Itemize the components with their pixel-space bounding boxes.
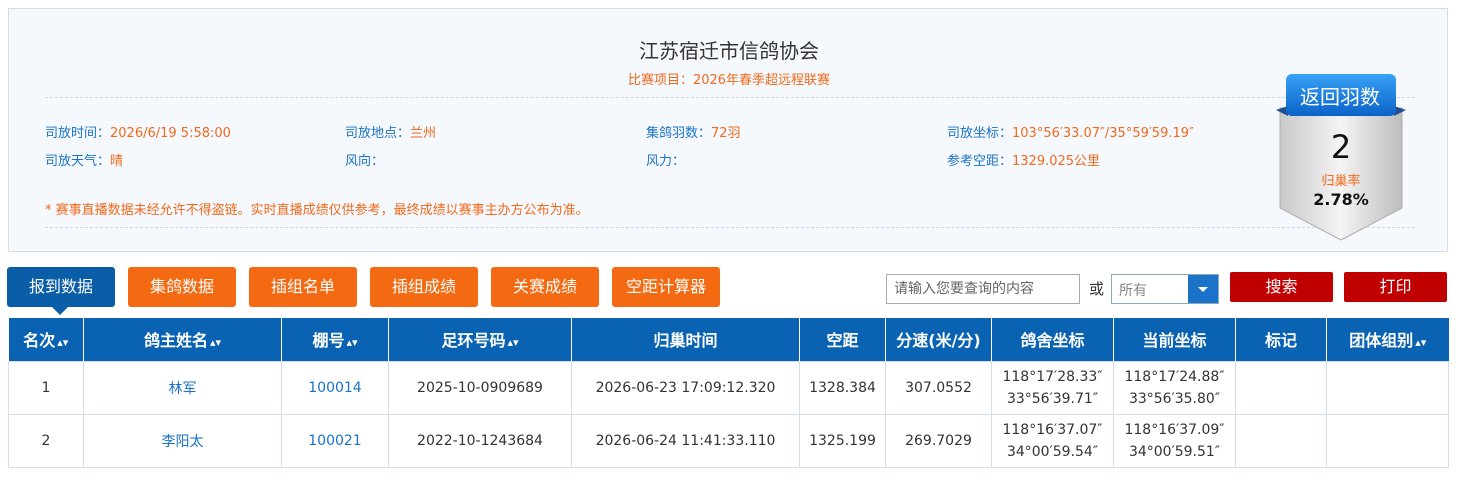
col-loft-coord: 鸽舍坐标 [991,318,1114,361]
table-row: 2 李阳太 100021 2022-10-1243684 2026-06-24 … [8,413,1449,468]
cell-loft-number[interactable]: 100014 [281,360,389,415]
return-rate-label: 归巢率 [1321,174,1361,189]
cell-mark [1235,360,1327,415]
cell-owner-name[interactable]: 李阳太 [83,413,282,468]
col-owner-name[interactable]: 鸽主姓名 ▴▾ [83,318,282,361]
cell-group [1326,360,1449,415]
disclaimer-notice: * 赛事直播数据未经允许不得盗链。实时直播成绩仅供参考，最终成绩以赛事主办方公布… [45,203,589,218]
col-ring-number[interactable]: 足环号码 ▴▾ [388,318,572,361]
col-distance: 空距 [799,318,886,361]
cell-ring-number: 2025-10-0909689 [388,360,572,415]
cell-arrival-time: 2026-06-23 17:09:12.320 [571,360,800,415]
release-place: 司放地点：兰州 [345,126,437,141]
divider [45,97,1415,98]
release-time: 司放时间：2026/6/19 5:58:00 [45,126,231,141]
search-input[interactable] [886,274,1080,304]
race-subtitle: 比赛项目：2026年春季超远程联赛 [627,73,831,88]
cell-loft-number[interactable]: 100021 [281,413,389,468]
chevron-down-icon[interactable] [1188,275,1218,303]
divider [45,227,1415,228]
col-mark: 标记 [1235,318,1327,361]
sort-arrows-icon[interactable]: ▴▾ [57,336,68,349]
col-current-coord: 当前坐标 [1113,318,1236,361]
cell-ring-number: 2022-10-1243684 [388,413,572,468]
reference-distance: 参考空距：1329.025公里 [947,154,1101,169]
cell-speed: 269.7029 [885,413,992,468]
col-group[interactable]: 团体组别 ▴▾ [1326,318,1449,361]
cell-distance: 1325.199 [799,413,886,468]
tab-pigeon-collection[interactable]: 集鸽数据 [128,267,236,307]
cell-mark [1235,413,1327,468]
cell-owner-name[interactable]: 林军 [83,360,282,415]
or-label: 或 [1089,280,1105,298]
return-count-badge: 返回羽数 2 归巢率 2.78% [1276,72,1406,248]
tab-distance-calculator[interactable]: 空距计算器 [612,267,720,307]
search-button[interactable]: 搜索 [1230,272,1333,302]
cell-loft-coord: 118°17′28.33″ 33°56′39.71″ [991,360,1114,415]
cell-distance: 1328.384 [799,360,886,415]
pigeon-count: 集鸽羽数：72羽 [646,126,741,141]
wind-direction: 风向： [345,154,385,169]
race-info-panel: 江苏宿迁市信鸽协会 比赛项目：2026年春季超远程联赛 司放时间：2026/6/… [8,8,1448,252]
cell-current-coord: 118°16′37.09″ 34°00′59.51″ [1113,413,1236,468]
col-arrival-time: 归巢时间 [571,318,800,361]
cell-loft-coord: 118°16′37.07″ 34°00′59.54″ [991,413,1114,468]
table-header-row: 名次 ▴▾ 鸽主姓名 ▴▾ 棚号 ▴▾ 足环号码 ▴▾ 归巢时间 空距 分速(米/分) … [8,318,1449,361]
tab-group-results[interactable]: 插组成绩 [370,267,478,307]
sort-arrows-icon[interactable]: ▴▾ [346,336,357,349]
filter-select-value: 所有 [1119,283,1147,299]
return-rate-value: 2.78% [1313,190,1369,209]
col-loft-number[interactable]: 棚号 ▴▾ [281,318,389,361]
cell-current-coord: 118°17′24.88″ 33°56′35.80″ [1113,360,1236,415]
release-weather: 司放天气：晴 [45,154,124,169]
table-row: 1 林军 100014 2025-10-0909689 2026-06-23 1… [8,360,1449,415]
cell-rank: 2 [8,413,84,468]
sort-arrows-icon[interactable]: ▴▾ [1415,336,1426,349]
tab-group-list[interactable]: 插组名单 [249,267,357,307]
cell-speed: 307.0552 [885,360,992,415]
tab-checkpoint-results[interactable]: 关赛成绩 [491,267,599,307]
col-speed: 分速(米/分) [885,318,992,361]
filter-select[interactable]: 所有 [1111,274,1219,304]
results-table: 名次 ▴▾ 鸽主姓名 ▴▾ 棚号 ▴▾ 足环号码 ▴▾ 归巢时间 空距 分速(米/分) … [8,318,1449,468]
tab-report-data[interactable]: 报到数据 [7,267,115,307]
association-title: 江苏宿迁市信鸽协会 [639,39,819,63]
col-rank[interactable]: 名次 ▴▾ [8,318,84,361]
release-coord: 司放坐标：103°56′33.07″/35°59′59.19″ [947,126,1194,141]
wind-force: 风力： [646,154,686,169]
cell-arrival-time: 2026-06-24 11:41:33.110 [571,413,800,468]
cell-group [1326,413,1449,468]
active-tab-pointer [52,307,68,315]
cell-rank: 1 [8,360,84,415]
sort-arrows-icon[interactable]: ▴▾ [507,336,518,349]
print-button[interactable]: 打印 [1344,272,1447,302]
return-count-value: 2 [1330,128,1352,166]
sort-arrows-icon[interactable]: ▴▾ [210,336,221,349]
return-count-label: 返回羽数 [1300,85,1380,109]
